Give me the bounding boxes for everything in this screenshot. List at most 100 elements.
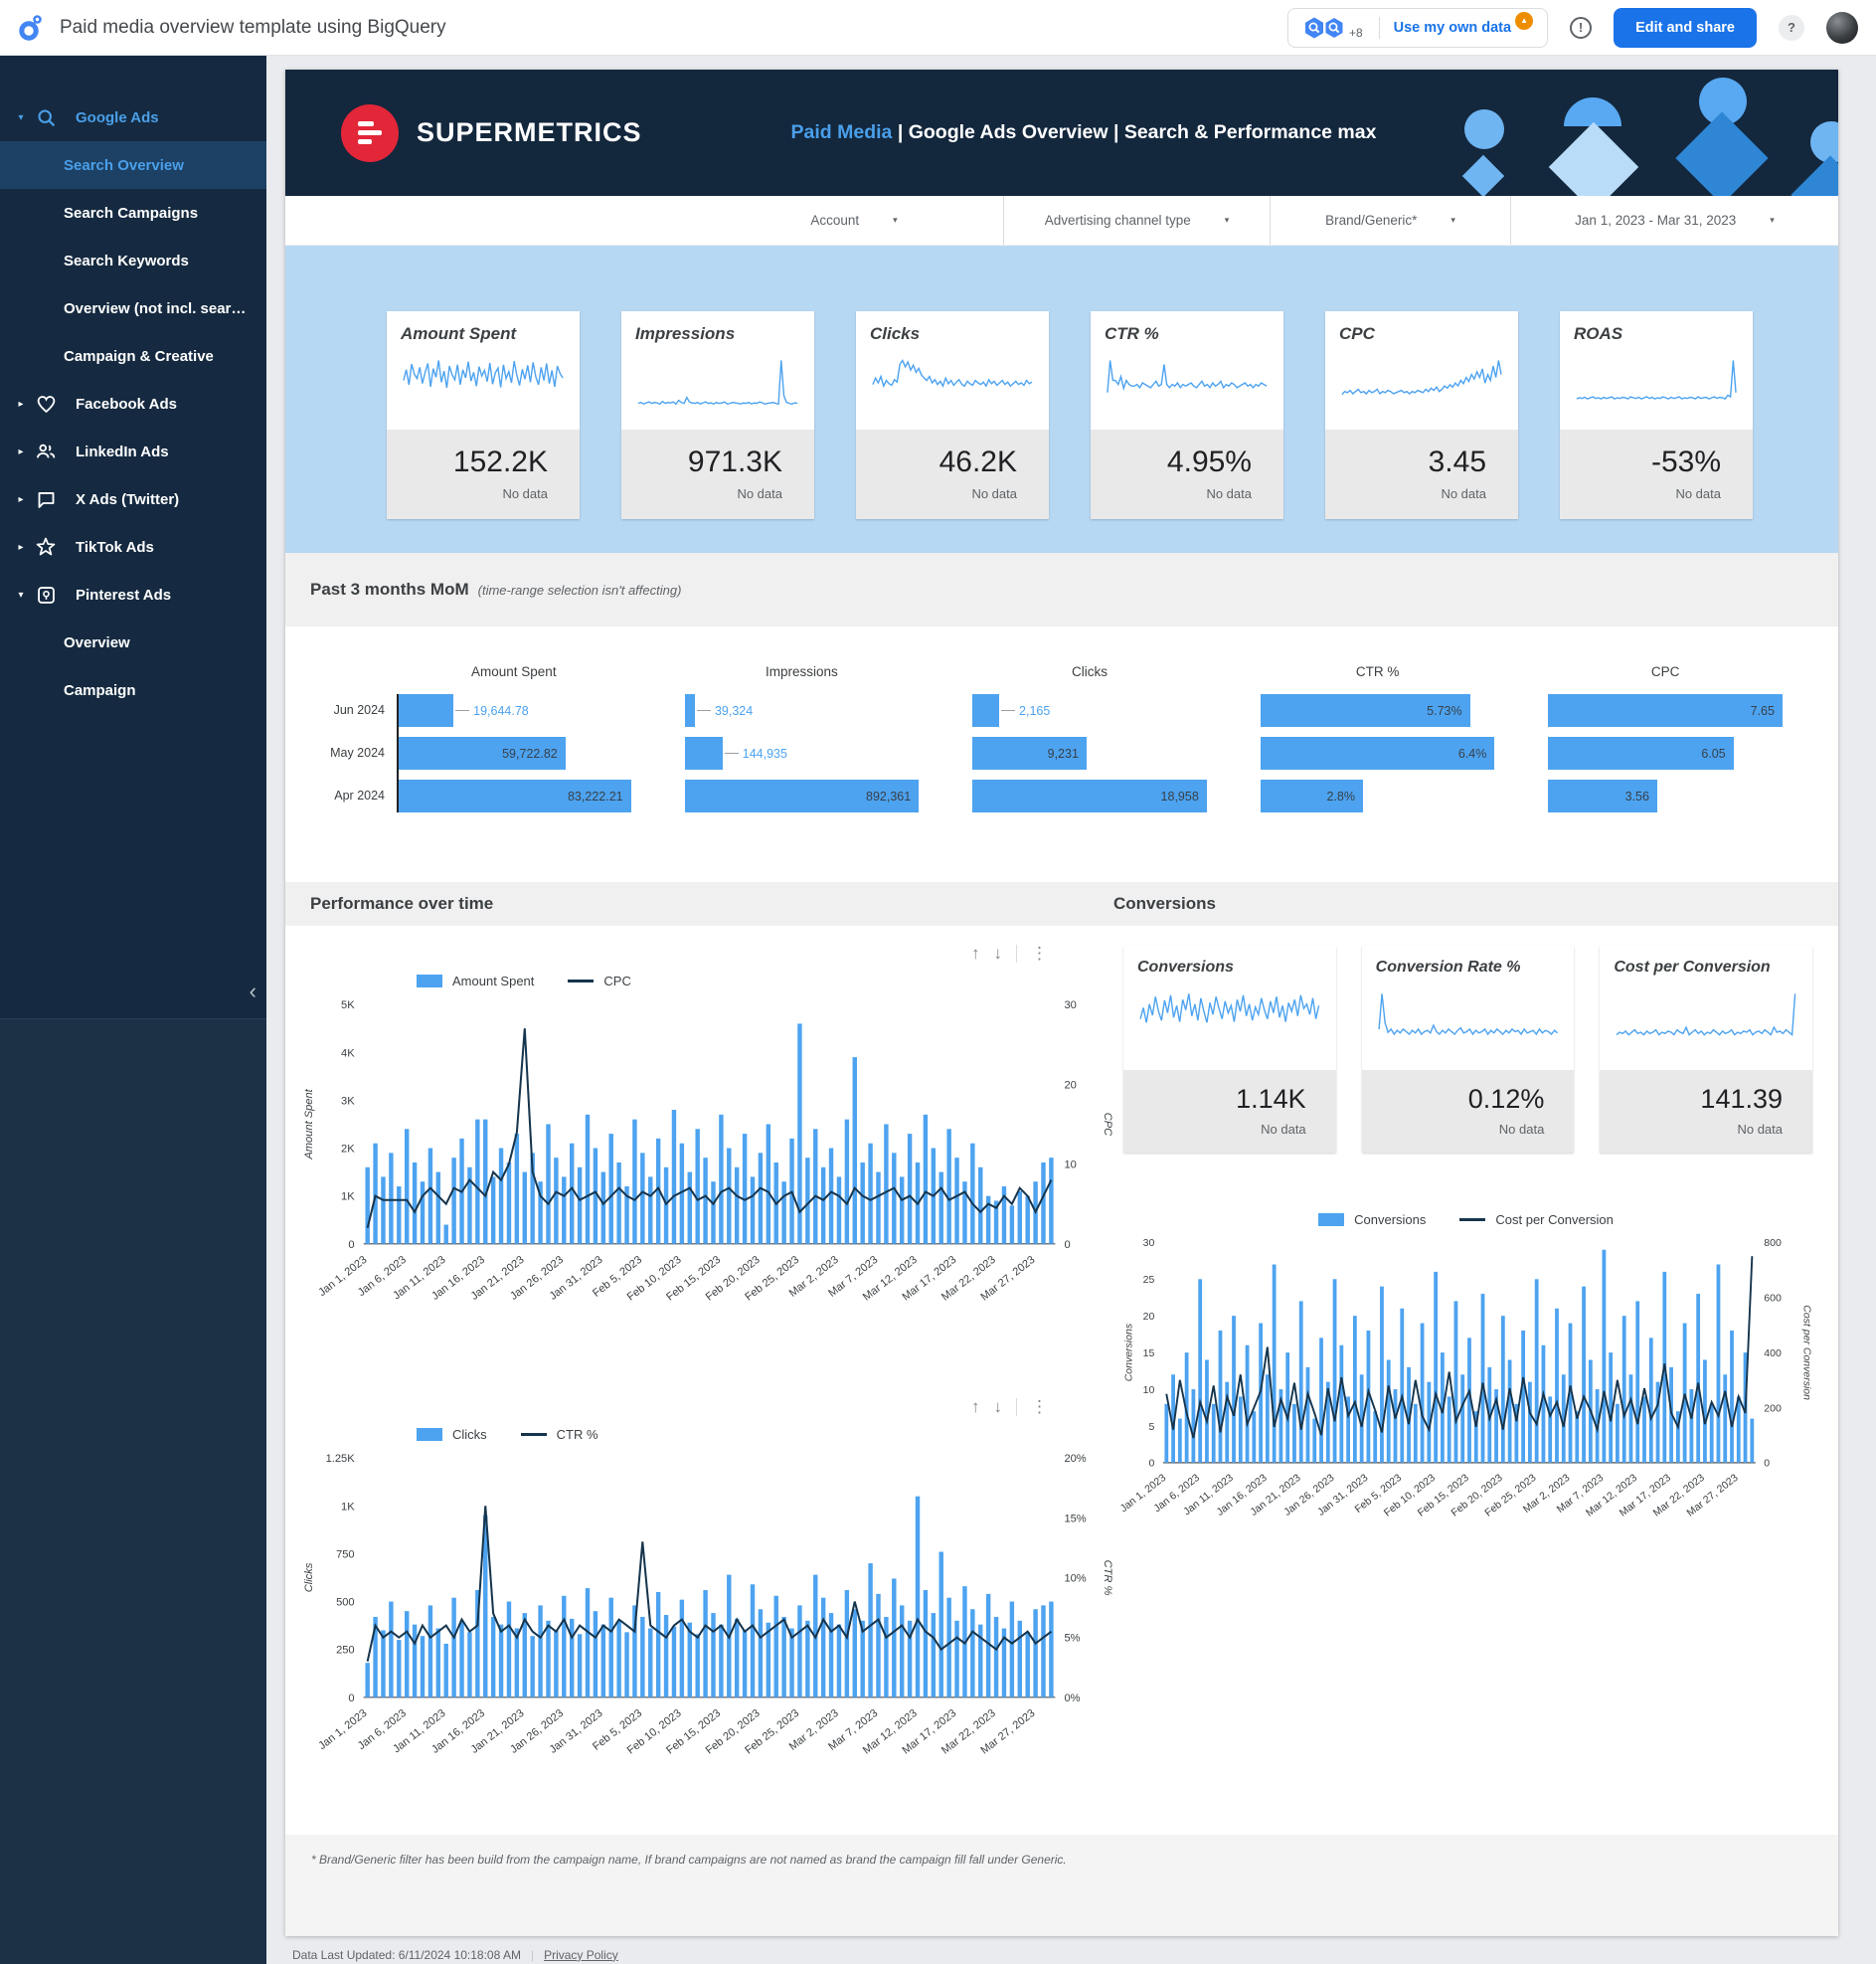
sidebar-subitem-label: Campaign & Creative (64, 348, 214, 365)
svg-text:15: 15 (1143, 1347, 1155, 1359)
advertising-channel-type-filter[interactable]: Advertising channel type▾ (1003, 196, 1270, 245)
sidebar-subitem-search-campaigns[interactable]: Search Campaigns (0, 189, 266, 237)
card-sparkline (1341, 354, 1502, 412)
privacy-policy-link[interactable]: Privacy Policy (544, 1948, 618, 1962)
mom-chart-bars: 5.73%6.4%2.8% (1261, 694, 1495, 812)
svg-text:0: 0 (1064, 1239, 1070, 1251)
sidebar-subitem-label: Search Keywords (64, 253, 189, 269)
mom-bar-value: 6.4% (1458, 747, 1495, 761)
conversions-column: Conversions1.14KNo dataConversion Rate %… (1113, 926, 1838, 1829)
conversion-card-conversion-rate: Conversion Rate % 0.12%No data (1362, 946, 1575, 1153)
mom-bar: 9,231 (972, 737, 1087, 770)
sidebar-item-linkedin-ads[interactable]: ▸LinkedIn Ads (0, 428, 266, 475)
collapse-sidebar-icon[interactable]: ‹ (250, 981, 256, 1002)
chart-legend: Amount SpentCPC (417, 974, 1113, 988)
card-value: 3.45 (1357, 446, 1486, 479)
mom-charts: Jun 2024May 2024Apr 2024Amount Spent19,6… (285, 626, 1838, 864)
mom-bar: 2.8% (1261, 780, 1363, 812)
mom-section-title: Past 3 months MoM (310, 580, 469, 600)
sidebar-item-label: TikTok Ads (76, 539, 154, 556)
pill-divider (1379, 17, 1380, 39)
mom-bar-row: 2,165 (972, 694, 1207, 727)
brand-generic-filter[interactable]: Brand/Generic*▾ (1270, 196, 1510, 245)
mom-callout-line (697, 710, 711, 711)
card-top: ROAS (1560, 311, 1753, 430)
nav-list: ▾Google AdsSearch Overview Search Campaig… (0, 56, 266, 714)
chevron-down-icon: ▾ (1450, 216, 1455, 226)
legend-label: Cost per Conversion (1495, 1212, 1614, 1227)
sidebar-subitem-search-overview[interactable]: Search Overview (0, 141, 266, 189)
sidebar-subitem-search-keywords[interactable]: Search Keywords (0, 237, 266, 284)
sparkline (403, 354, 564, 412)
sidebar-item-facebook-ads[interactable]: ▸Facebook Ads (0, 380, 266, 428)
edit-and-share-button[interactable]: Edit and share (1614, 8, 1757, 48)
more-options-icon[interactable]: ⋮ (1031, 1397, 1048, 1417)
more-options-icon[interactable]: ⋮ (1031, 944, 1048, 964)
sidebar-item-pinterest-ads[interactable]: ▾Pinterest Ads (0, 571, 266, 619)
chart-hover-toolbar: ↑ ↓ ⋮ (299, 1395, 1113, 1419)
use-my-own-data-button[interactable]: Use my own data (1394, 20, 1511, 36)
card-top: Cost per Conversion (1600, 946, 1812, 1070)
sparkline (637, 354, 798, 412)
sparkline (1616, 986, 1796, 1052)
svg-text:15%: 15% (1064, 1513, 1086, 1524)
card-value: 1.14K (1153, 1084, 1306, 1115)
card-title: Conversion Rate % (1376, 959, 1561, 977)
amount-spent-cpc-chart-block: ↑↓⋮Amount SpentCPC01K2K3K4K5K0102030Jan … (299, 942, 1113, 1349)
card-value: 971.3K (653, 446, 782, 479)
data-sources-pill[interactable]: +8 Use my own data ▲ (1287, 8, 1548, 48)
mom-callout-line (1001, 710, 1015, 711)
sort-up-icon[interactable]: ↑ (971, 944, 980, 964)
sidebar-item-label: LinkedIn Ads (76, 444, 169, 460)
mom-chart-title: CTR % (1261, 664, 1495, 694)
date-range-filter[interactable]: Jan 1, 2023 - Mar 31, 2023▾ (1510, 196, 1838, 245)
svg-text:30: 30 (1143, 1237, 1155, 1249)
legend-bar-swatch (1318, 1213, 1344, 1226)
svg-text:20%: 20% (1064, 1453, 1086, 1465)
sidebar-subitem-label: Search Campaigns (64, 205, 198, 222)
mom-bar-row: 39,324 (685, 694, 920, 727)
sparkline (1107, 354, 1268, 412)
svg-text:5%: 5% (1064, 1633, 1080, 1645)
chat-icon (34, 487, 58, 511)
footnote-band: * Brand/Generic filter has been build fr… (285, 1835, 1838, 1936)
sort-up-icon[interactable]: ↑ (971, 1397, 980, 1417)
data-updated-line: Data Last Updated: 6/11/2024 10:18:08 AM… (292, 1948, 1876, 1962)
sort-down-icon[interactable]: ↓ (994, 944, 1003, 964)
avatar[interactable] (1826, 12, 1858, 44)
sidebar-item-x-ads-twitter[interactable]: ▸X Ads (Twitter) (0, 475, 266, 523)
sidebar-subitem-label: Overview (not incl. searc… (64, 300, 253, 317)
sidebar-item-google-ads[interactable]: ▾Google Ads (0, 93, 266, 141)
report-issues-icon[interactable]: ! (1570, 17, 1592, 39)
sidebar-subitem-overview[interactable]: Overview (0, 619, 266, 666)
card-value-area: 152.2KNo data (387, 430, 580, 519)
mom-bar-value: 9,231 (1048, 747, 1087, 761)
report-nav-sidebar: ▾Google AdsSearch Overview Search Campaig… (0, 56, 266, 1964)
account-filter[interactable]: Account▾ (705, 196, 1003, 245)
sidebar-item-tiktok-ads[interactable]: ▸TikTok Ads (0, 523, 266, 571)
card-title: Clicks (870, 324, 1035, 344)
card-value-area: 0.12%No data (1362, 1070, 1575, 1153)
card-value-area: 971.3KNo data (621, 430, 814, 519)
card-value: 46.2K (888, 446, 1017, 479)
card-value-area: 1.14KNo data (1123, 1070, 1336, 1153)
svg-text:10: 10 (1143, 1384, 1155, 1396)
sidebar-subitem-campaign-creative[interactable]: Campaign & Creative (0, 332, 266, 380)
sort-down-icon[interactable]: ↓ (994, 1397, 1003, 1417)
mom-chart-clicks: Clicks2,1659,23118,958 (972, 664, 1207, 822)
svg-text:0: 0 (348, 1693, 354, 1704)
card-value-area: 46.2KNo data (856, 430, 1049, 519)
sidebar-subitem-campaign[interactable]: Campaign (0, 666, 266, 714)
card-value: 0.12% (1392, 1084, 1545, 1115)
banner-title: Paid Media | Google Ads Overview | Searc… (791, 121, 1377, 144)
sidebar-subitem-overview-not-incl-searc[interactable]: Overview (not incl. searc… (0, 284, 266, 332)
kpi-card-roas: ROAS-53%No data (1560, 311, 1753, 519)
report-canvas: SUPERMETRICS Paid Media | Google Ads Ove… (285, 70, 1838, 1936)
mom-chart-title: Amount Spent (397, 664, 631, 694)
charts-row: ↑↓⋮Amount SpentCPC01K2K3K4K5K0102030Jan … (285, 926, 1838, 1829)
warning-icon: ▲ (1515, 12, 1533, 30)
mom-chart-cpc: CPC7.656.053.56 (1548, 664, 1783, 822)
card-title: Impressions (635, 324, 800, 344)
chevron-down-icon: ▾ (1225, 216, 1230, 226)
help-icon[interactable]: ? (1779, 15, 1804, 41)
